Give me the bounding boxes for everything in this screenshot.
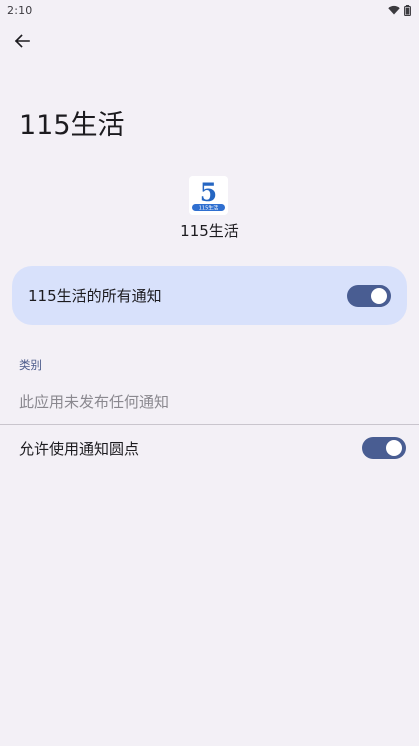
no-categories-text: 此应用未发布任何通知 <box>19 393 170 411</box>
wifi-icon <box>388 5 400 15</box>
notification-dot-toggle-row[interactable]: 允许使用通知圆点 <box>0 428 419 468</box>
status-time: 2:10 <box>7 3 33 17</box>
divider <box>0 424 419 425</box>
all-notifications-label: 115生活的所有通知 <box>28 287 162 305</box>
all-notifications-switch[interactable] <box>347 284 391 307</box>
switch-knob <box>386 440 402 456</box>
svg-text:115生活: 115生活 <box>199 205 219 212</box>
app-icon: 5 115生活 <box>189 176 228 215</box>
app-notification-settings-screen: 2:10 115生活 5 115生活 115生活 115生活的所有通知 类别 此… <box>0 0 419 746</box>
status-icons <box>388 4 411 16</box>
status-bar: 2:10 <box>0 0 419 20</box>
app-name: 115生活 <box>180 222 239 240</box>
categories-section-label: 类别 <box>19 358 42 372</box>
page-title: 115生活 <box>19 110 125 141</box>
notification-dot-label: 允许使用通知圆点 <box>19 439 140 458</box>
switch-knob <box>371 287 387 304</box>
notification-dot-switch[interactable] <box>362 437 406 459</box>
back-button[interactable] <box>8 27 36 55</box>
arrow-left-icon <box>14 34 30 48</box>
all-notifications-toggle-row[interactable]: 115生活的所有通知 <box>12 266 407 325</box>
battery-icon <box>404 4 411 16</box>
svg-text:5: 5 <box>200 178 217 207</box>
